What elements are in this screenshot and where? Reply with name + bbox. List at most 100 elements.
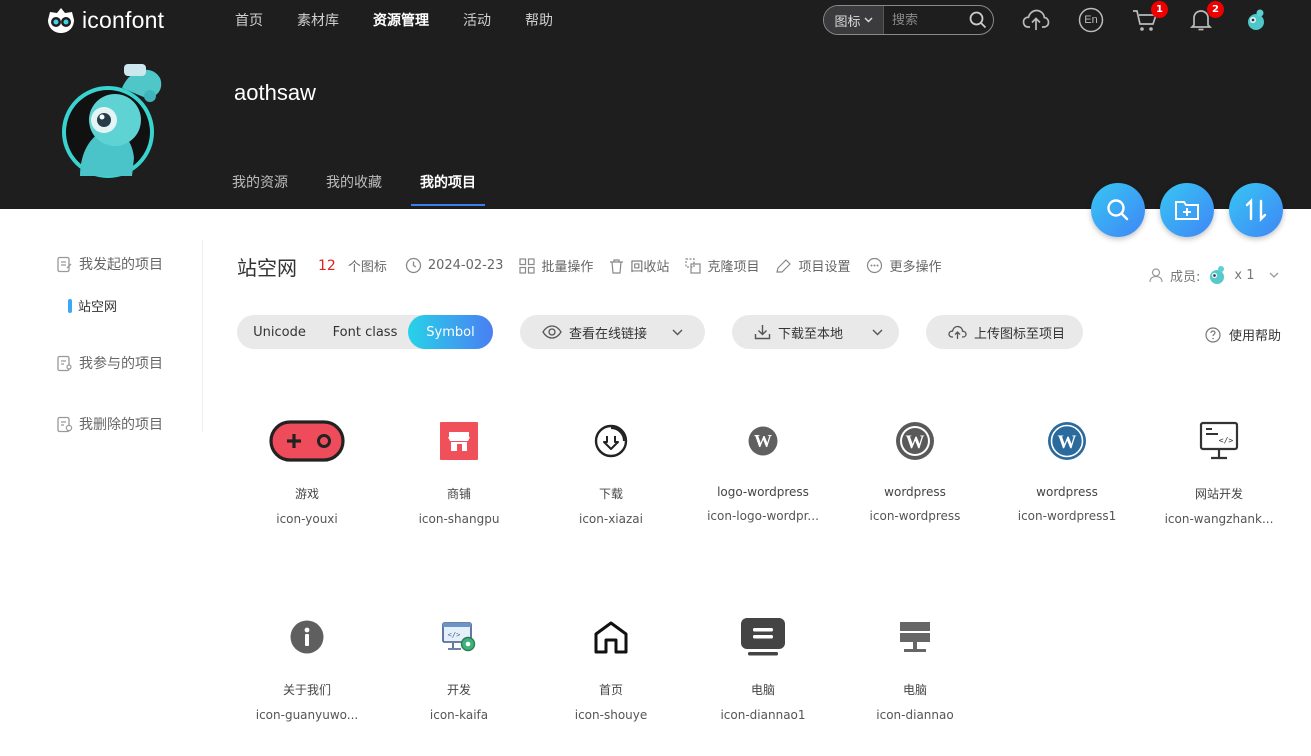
- view-online-link-label: 查看在线链接: [569, 326, 648, 342]
- chevron-down-icon: [1269, 272, 1278, 278]
- header: iconfont 首页 素材库 资源管理 活动 帮助 图标 En 1 2: [0, 0, 1311, 209]
- search-input[interactable]: [884, 12, 963, 28]
- icon-code: icon-wordpress: [869, 509, 961, 523]
- icon-name: wordpress: [884, 485, 946, 499]
- icon-name: 网站开发: [1194, 487, 1243, 501]
- trash-icon: [610, 258, 624, 274]
- icon-card-shangpu[interactable]: 商铺 icon-shangpu: [383, 403, 535, 526]
- sidebar-item-deleted-projects[interactable]: 我删除的项目: [56, 414, 163, 434]
- user-avatar-small[interactable]: [1242, 6, 1270, 34]
- info-icon: [269, 599, 345, 675]
- search-bar: 图标: [823, 5, 994, 35]
- icon-card-kaifa[interactable]: </> 开发 icon-kaifa: [383, 599, 535, 722]
- fab-search-button[interactable]: [1091, 183, 1145, 237]
- sidebar-item-label: 我参与的项目: [79, 356, 163, 372]
- project-settings-button[interactable]: 项目设置: [775, 256, 850, 275]
- nav-help[interactable]: 帮助: [525, 10, 553, 30]
- svg-text:W: W: [1058, 432, 1077, 453]
- icon-card-logo-wordpress[interactable]: W logo-wordpress icon-logo-wordpr...: [687, 403, 839, 523]
- computer-icon: [877, 599, 953, 675]
- active-indicator: [68, 298, 72, 313]
- icon-code: icon-guanyuwo...: [255, 708, 359, 722]
- icon-code: icon-shouye: [574, 708, 648, 722]
- more-actions-button[interactable]: 更多操作: [866, 256, 941, 275]
- more-actions-label: 更多操作: [889, 260, 942, 275]
- icon-card-shouye[interactable]: 首页 icon-shouye: [535, 599, 687, 722]
- sidebar-item-created-projects[interactable]: 我发起的项目: [56, 254, 163, 274]
- profile-tabs: 我的资源 我的收藏 我的项目: [232, 172, 514, 206]
- clock-icon: [405, 257, 421, 274]
- project-meta-bar: 12 个图标 2024-02-23 批量操作 回收站 克隆项目 项目设置 更多操…: [318, 256, 957, 276]
- icon-card-diannao1[interactable]: 电脑 icon-diannao1: [687, 599, 839, 722]
- icon-card-diannao[interactable]: 电脑 icon-diannao: [839, 599, 991, 722]
- icon-count-suffix: 个图标: [347, 260, 387, 275]
- svg-text:W: W: [754, 431, 772, 451]
- sidebar-item-label: 我发起的项目: [79, 257, 163, 273]
- batch-operation-button[interactable]: 批量操作: [519, 256, 593, 275]
- search-button[interactable]: [963, 11, 993, 29]
- project-members[interactable]: 成员: x 1: [1148, 264, 1279, 286]
- icon-card-wangzhankaifa[interactable]: </> 网站开发 icon-wangzhank...: [1143, 403, 1295, 526]
- tab-my-resources[interactable]: 我的资源: [232, 172, 288, 206]
- format-unicode[interactable]: Unicode: [237, 315, 322, 349]
- usage-help-link[interactable]: 使用帮助: [1205, 325, 1281, 344]
- search-type-label: 图标: [834, 14, 861, 30]
- svg-text:</>: </>: [448, 631, 461, 639]
- icon-name: 游戏: [294, 487, 319, 501]
- view-online-link-button[interactable]: 查看在线链接: [520, 315, 705, 349]
- svg-text:</>: </>: [1219, 436, 1234, 445]
- icon-name: 下载: [598, 487, 623, 501]
- icon-card-wordpress1[interactable]: W wordpress icon-wordpress1: [991, 403, 1143, 523]
- document-delete-icon: [57, 416, 73, 432]
- icon-card-wordpress[interactable]: W wordpress icon-wordpress: [839, 403, 991, 523]
- notification-button[interactable]: 2: [1187, 1, 1224, 34]
- search-type-select[interactable]: 图标: [824, 6, 884, 34]
- project-date-text: 2024-02-23: [427, 258, 504, 273]
- search-icon: [1107, 199, 1129, 221]
- iconfont-logo[interactable]: iconfont: [46, 6, 164, 34]
- sidebar-project-zhankongwang[interactable]: 站空网: [68, 296, 117, 315]
- clone-project-button[interactable]: 克隆项目: [685, 256, 759, 275]
- icon-name: 关于我们: [282, 683, 331, 697]
- usage-help-label: 使用帮助: [1229, 329, 1282, 344]
- project-settings-label: 项目设置: [798, 260, 851, 275]
- icon-name: logo-wordpress: [717, 485, 809, 499]
- icon-code: icon-diannao1: [720, 708, 806, 722]
- nav-activity[interactable]: 活动: [463, 10, 491, 30]
- fab-sort-button[interactable]: [1229, 183, 1283, 237]
- tab-my-projects[interactable]: 我的项目: [411, 172, 485, 206]
- shop-icon: [421, 403, 497, 479]
- cart-badge: 1: [1151, 1, 1168, 18]
- download-local-button[interactable]: 下载至本地: [732, 315, 899, 349]
- icon-code: icon-wangzhank...: [1164, 512, 1274, 526]
- tab-my-favorites[interactable]: 我的收藏: [326, 172, 382, 206]
- icon-code: icon-kaifa: [429, 708, 489, 722]
- format-symbol[interactable]: Symbol: [408, 315, 493, 349]
- wordpress-icon: W: [877, 403, 953, 479]
- icon-card-guanyuwomen[interactable]: 关于我们 icon-guanyuwo...: [231, 599, 383, 722]
- icon-count: 12: [318, 257, 336, 274]
- monitor-code-icon: </>: [1181, 403, 1257, 479]
- upload-icons-button[interactable]: 上传图标至项目: [926, 315, 1083, 349]
- language-switch[interactable]: En: [1077, 6, 1105, 34]
- format-font-class[interactable]: Font class: [322, 315, 408, 349]
- cart-button[interactable]: 1: [1131, 1, 1168, 34]
- icon-name: 开发: [446, 683, 471, 697]
- clone-project-label: 克隆项目: [707, 260, 760, 275]
- folder-add-icon: [1175, 201, 1199, 220]
- icon-name: 电脑: [902, 683, 927, 697]
- icon-card-youxi[interactable]: 游戏 icon-youxi: [231, 403, 383, 526]
- project-sidebar: 我发起的项目 站空网 我参与的项目 我删除的项目: [0, 240, 203, 434]
- nav-resource-management[interactable]: 资源管理: [373, 10, 429, 30]
- logo-icon: [48, 8, 74, 33]
- nav-home[interactable]: 首页: [235, 10, 263, 30]
- sidebar-item-joined-projects[interactable]: 我参与的项目: [56, 353, 163, 373]
- avatar-image: [62, 64, 162, 178]
- icon-card-xiazai[interactable]: 下载 icon-xiazai: [535, 403, 687, 526]
- computer-filled-icon: [725, 599, 801, 675]
- nav-materials[interactable]: 素材库: [297, 10, 339, 30]
- upload-cloud-button[interactable]: [1022, 6, 1050, 34]
- icon-code: icon-xiazai: [579, 512, 643, 526]
- fab-new-project-button[interactable]: [1160, 183, 1214, 237]
- recycle-bin-button[interactable]: 回收站: [609, 256, 669, 275]
